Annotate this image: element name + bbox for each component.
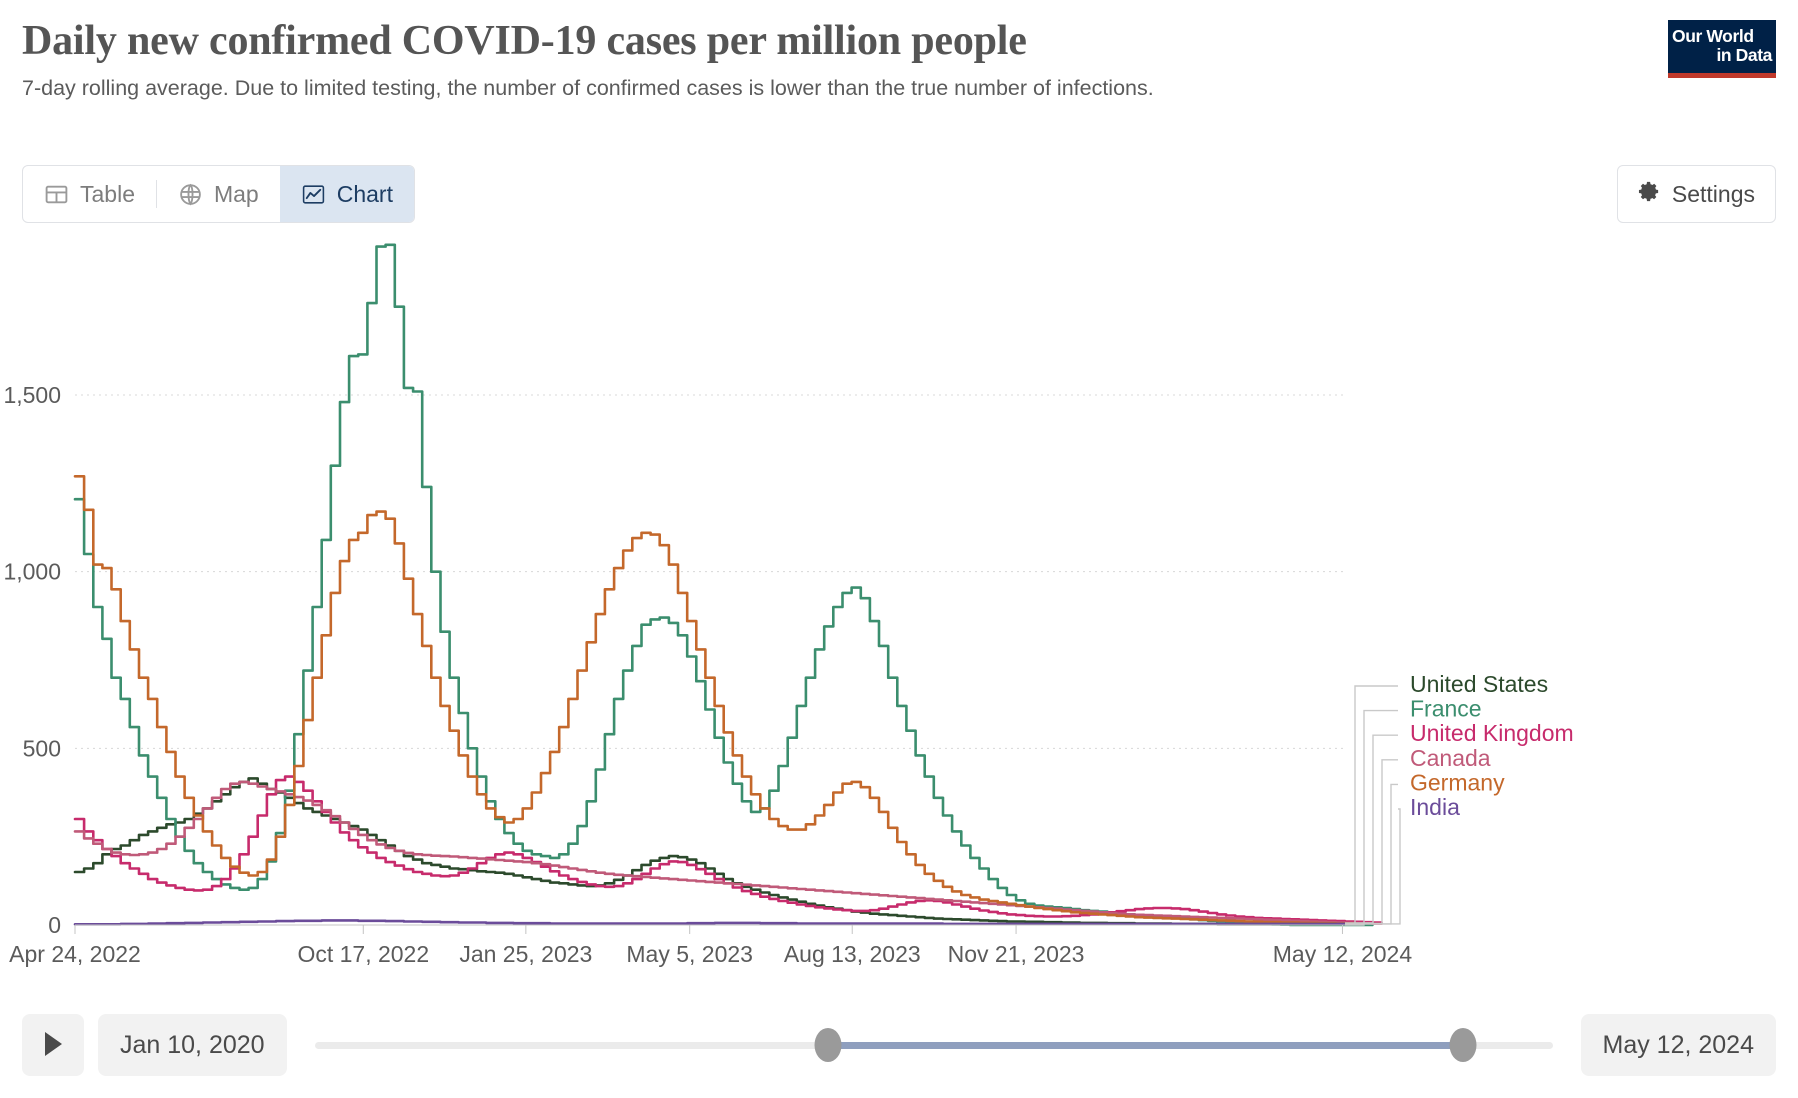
svg-text:Apr 24, 2022: Apr 24, 2022 <box>9 941 141 967</box>
timeline-end-date[interactable]: May 12, 2024 <box>1580 1014 1776 1076</box>
tab-map-label: Map <box>213 180 259 207</box>
page-title: Daily new confirmed COVID-19 cases per m… <box>22 18 1027 64</box>
slider-handle-end[interactable] <box>1449 1028 1477 1062</box>
owid-logo-line2: in Data <box>1716 45 1772 65</box>
svg-text:May 12, 2024: May 12, 2024 <box>1273 941 1413 967</box>
legend-label-india[interactable]: India <box>1410 794 1460 820</box>
table-icon <box>44 182 69 207</box>
tab-table-label: Table <box>80 180 135 207</box>
legend-label-united-states[interactable]: United States <box>1410 671 1548 697</box>
line-chart-icon <box>301 182 326 207</box>
timeline-controls: Jan 10, 2020 May 12, 2024 <box>22 1014 1776 1076</box>
chart-plot-area: 0 500 1,000 1,500 Apr 24, 2022 Oct 17, 2022 J… <box>0 236 1798 976</box>
svg-text:500: 500 <box>23 735 61 761</box>
settings-label: Settings <box>1671 180 1755 207</box>
chart-gridlines <box>75 394 1345 926</box>
svg-text:Aug 13, 2023: Aug 13, 2023 <box>784 941 921 967</box>
settings-button[interactable]: Settings <box>1616 165 1776 223</box>
globe-icon <box>178 182 203 207</box>
tab-chart-label: Chart <box>336 180 393 207</box>
chart-legend[interactable]: United StatesFranceUnited KingdomCanadaG… <box>1345 671 1574 926</box>
svg-text:0: 0 <box>48 912 61 938</box>
svg-text:Nov 21, 2023: Nov 21, 2023 <box>948 941 1085 967</box>
play-icon <box>42 1031 64 1060</box>
x-axis: Apr 24, 2022 Oct 17, 2022 Jan 25, 2023 May … <box>9 924 1413 967</box>
svg-text:May 5, 2023: May 5, 2023 <box>626 941 753 967</box>
legend-label-canada[interactable]: Canada <box>1410 745 1491 771</box>
tab-chart[interactable]: Chart <box>279 166 414 222</box>
svg-text:Oct 17, 2022: Oct 17, 2022 <box>297 941 429 967</box>
legend-label-germany[interactable]: Germany <box>1410 769 1505 795</box>
chart-subtitle: 7-day rolling average. Due to limited te… <box>22 76 1154 101</box>
owid-chart-page: Daily new confirmed COVID-19 cases per m… <box>0 0 1798 1098</box>
svg-text:1,000: 1,000 <box>3 559 61 585</box>
chart-controls: Table Map Chart Settings <box>22 165 1776 223</box>
tab-map[interactable]: Map <box>157 166 280 222</box>
slider-handle-start[interactable] <box>814 1028 842 1062</box>
slider-selected-range[interactable] <box>828 1041 1464 1049</box>
y-axis-tick-labels: 0 500 1,000 1,500 <box>3 382 61 938</box>
tab-table[interactable]: Table <box>23 166 156 222</box>
legend-label-france[interactable]: France <box>1410 696 1482 722</box>
timeline-slider[interactable] <box>314 1014 1553 1076</box>
timeline-start-date[interactable]: Jan 10, 2020 <box>98 1014 287 1076</box>
gear-icon <box>1638 180 1661 209</box>
play-button[interactable] <box>22 1014 84 1076</box>
chart-header: Daily new confirmed COVID-19 cases per m… <box>22 18 1776 128</box>
svg-text:Jan 25, 2023: Jan 25, 2023 <box>459 941 592 967</box>
view-tabs: Table Map Chart <box>22 165 415 223</box>
legend-label-united-kingdom[interactable]: United Kingdom <box>1410 720 1574 746</box>
chart-series-lines <box>73 243 1383 927</box>
line-chart-svg[interactable]: 0 500 1,000 1,500 Apr 24, 2022 Oct 17, 2022 J… <box>0 236 1798 976</box>
owid-logo-line1: Our World <box>1672 26 1754 47</box>
svg-text:1,500: 1,500 <box>3 382 61 408</box>
owid-logo[interactable]: Our World in Data <box>1668 20 1776 78</box>
